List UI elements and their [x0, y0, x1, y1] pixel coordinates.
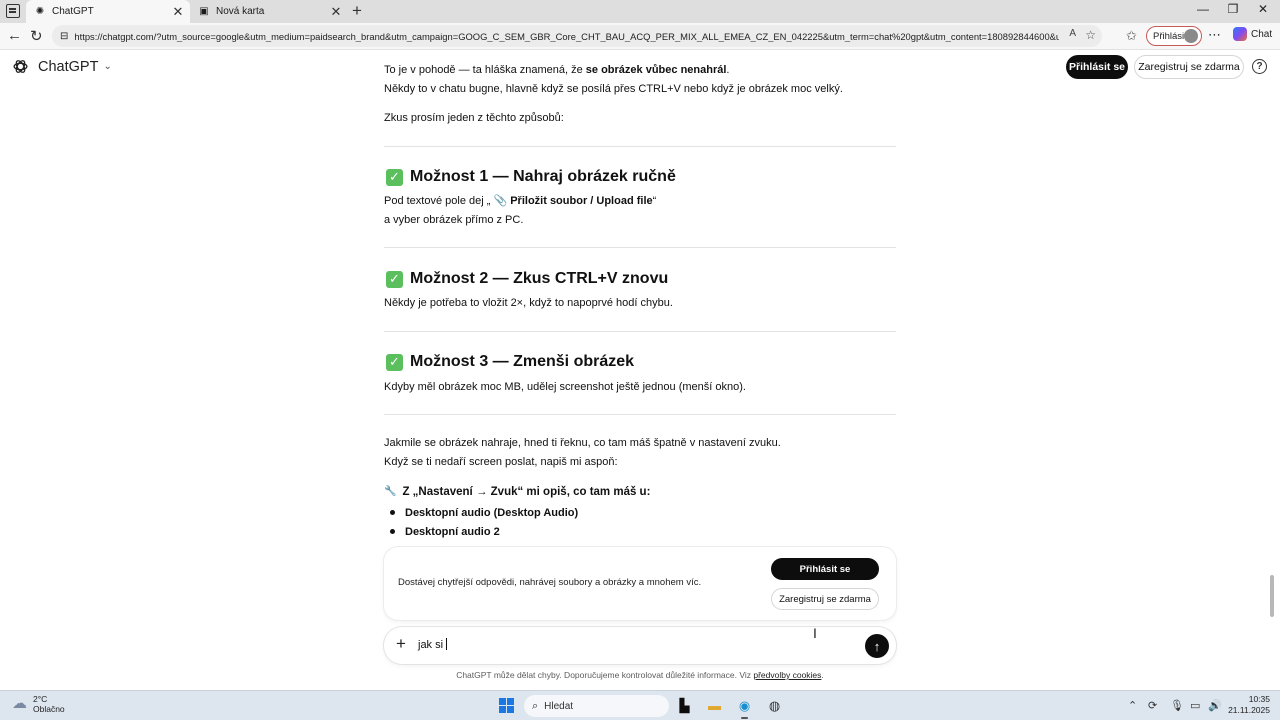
disclaimer: ChatGPT může dělat chyby. Doporučujeme k… [456, 670, 824, 680]
app-icon[interactable]: ◍ [766, 697, 783, 714]
clock-date: 21.11.2025 [1228, 705, 1270, 715]
register-button[interactable]: Zaregistruj se zdarma [1134, 55, 1244, 79]
url-text: https://chatgpt.com/?utm_source=google&u… [74, 30, 1060, 42]
intro-line-1: To je v pohodě — ta hláška znamená, že s… [384, 64, 730, 76]
intro-line-3: Zkus prosím jeden z těchto způsobů: [384, 112, 564, 124]
address-bar-row: ← ↻ ⊟ https://chatgpt.com/?utm_source=go… [0, 23, 1280, 50]
volume-icon[interactable]: 🔊 [1208, 699, 1222, 712]
outro-line-2: Když se ti nedaří screen poslat, napiš m… [384, 456, 618, 468]
model-switcher[interactable]: ChatGPT ⌄ [12, 58, 112, 75]
clock[interactable]: 10:35 21.11.2025 [1226, 694, 1270, 716]
option-2-heading: ✓ Možnost 2 — Zkus CTRL+V znovu [384, 270, 668, 288]
intro-line-2: Někdy to v chatu bugne, hlavně když se p… [384, 83, 843, 95]
favorites-icon[interactable]: ✩ [1126, 28, 1137, 44]
sub-heading: 🔧 Z „Nastavení → Zvuk“ mi opiš, co tam m… [384, 483, 650, 501]
promo-login-button[interactable]: Přihlásit se [771, 558, 879, 580]
more-options-icon[interactable]: ⋯ [1208, 27, 1221, 43]
copilot-button[interactable]: Chat [1233, 27, 1272, 41]
url-field[interactable]: ⊟ https://chatgpt.com/?utm_source=google… [52, 25, 1102, 47]
brand-name: ChatGPT [38, 58, 99, 75]
option-1-line-1: Pod textové pole dej „ 📎 Přiložit soubor… [384, 195, 657, 207]
weather-widget[interactable]: ☁ 2°C Oblačno [12, 694, 65, 714]
favorite-star-icon[interactable]: ☆ [1085, 28, 1096, 42]
taskbar-search[interactable]: ⌕ Hledat [524, 695, 669, 717]
close-tab-icon[interactable]: ✕ [328, 4, 344, 20]
divider [384, 146, 896, 147]
check-mark-icon: ✓ [386, 353, 403, 371]
tab-new[interactable]: ▣ Nová karta ✕ [190, 0, 348, 23]
cookie-preferences-link[interactable]: předvolby cookies [753, 670, 821, 680]
login-promo-card: Dostávej chytřejší odpovědi, nahrávej so… [384, 547, 896, 620]
divider [384, 247, 896, 248]
check-mark-icon: ✓ [386, 168, 403, 186]
workspaces-icon[interactable] [6, 4, 20, 18]
attach-plus-icon[interactable]: + [396, 634, 406, 654]
new-tab-button[interactable]: + [352, 1, 362, 21]
tab-title: Nová karta [216, 6, 265, 17]
read-aloud-icon[interactable]: A [1069, 28, 1076, 39]
chevron-down-icon: ⌄ [103, 61, 112, 72]
divider [384, 414, 896, 415]
chatgpt-favicon-icon: ✺ [35, 6, 45, 17]
bullet-list: Desktopní audio (Desktop Audio) Desktopn… [384, 503, 578, 541]
option-3-heading: ✓ Možnost 3 — Zmenši obrázek [384, 353, 634, 371]
profile-label: Přihlásit [1153, 30, 1187, 42]
minimize-icon[interactable]: — [1188, 2, 1218, 16]
wrench-icon: 🔧 [384, 486, 397, 497]
outro-line-1: Jakmile se obrázek nahraje, hned ti řekn… [384, 437, 781, 449]
openai-logo-icon [13, 60, 28, 73]
prompt-input[interactable]: jak si [418, 638, 447, 651]
search-placeholder: Hledat [544, 700, 574, 712]
send-button[interactable]: ↑ [865, 634, 889, 658]
file-explorer-icon[interactable]: ▬ [706, 697, 723, 714]
sync-icon[interactable]: ⟳ [1148, 699, 1157, 712]
message-composer[interactable]: + jak si ↑ [384, 627, 896, 664]
active-app-indicator [741, 717, 748, 719]
display-icon[interactable]: ▭ [1190, 699, 1200, 712]
close-window-icon[interactable]: ✕ [1248, 2, 1278, 16]
option-1-heading: ✓ Možnost 1 — Nahraj obrázek ručně [384, 168, 676, 186]
avatar [1184, 29, 1198, 43]
back-icon[interactable]: ← [7, 27, 22, 44]
copilot-icon [1233, 27, 1247, 41]
option-3-text: Kdyby měl obrázek moc MB, udělej screens… [384, 381, 746, 393]
profile-button[interactable]: Přihlásit [1146, 26, 1202, 46]
close-tab-icon[interactable]: ✕ [170, 4, 186, 20]
microphone-icon[interactable]: 🎙 [1170, 699, 1184, 712]
divider [384, 331, 896, 332]
option-1-line-2: a vyber obrázek přímo z PC. [384, 214, 524, 226]
weather-temp: 2°C [33, 694, 48, 704]
login-button[interactable]: Přihlásit se [1066, 55, 1128, 79]
weather-condition: Oblačno [33, 704, 65, 714]
text-cursor-icon: I [813, 625, 817, 641]
maximize-icon[interactable]: ❐ [1218, 2, 1248, 16]
task-view-icon[interactable]: ▙ [676, 697, 693, 714]
reload-icon[interactable]: ↻ [30, 27, 43, 45]
tab-title: ChatGPT [52, 6, 94, 17]
taskbar: ☁ 2°C Oblačno ⌕ Hledat ▙ ▬ ◉ ◍ ⌃ ⟳ 🎙 ▭ 🔊… [0, 690, 1280, 720]
new-tab-favicon-icon: ▣ [199, 6, 209, 17]
browser-tab-strip: ✺ ChatGPT ✕ ▣ Nová karta ✕ + — ❐ ✕ [0, 0, 1280, 23]
edge-browser-icon[interactable]: ◉ [736, 697, 753, 714]
clock-time: 10:35 [1248, 694, 1270, 704]
list-item: Desktopní audio 2 [384, 522, 578, 541]
scrollbar[interactable] [1270, 575, 1274, 617]
search-icon: ⌕ [532, 699, 539, 712]
check-mark-icon: ✓ [386, 270, 403, 288]
tab-chatgpt[interactable]: ✺ ChatGPT ✕ [26, 0, 190, 23]
site-info-icon[interactable]: ⊟ [60, 31, 68, 42]
tray-expand-icon[interactable]: ⌃ [1128, 699, 1137, 712]
copilot-label: Chat [1251, 28, 1273, 40]
cloud-icon: ☁ [12, 695, 27, 712]
start-icon[interactable] [499, 698, 514, 713]
help-icon[interactable]: ? [1252, 59, 1267, 74]
option-2-text: Někdy je potřeba to vložit 2×, když to n… [384, 297, 673, 309]
promo-register-button[interactable]: Zaregistruj se zdarma [771, 588, 879, 610]
list-item: Desktopní audio (Desktop Audio) [384, 503, 578, 522]
promo-text: Dostávej chytřejší odpovědi, nahrávej so… [398, 577, 702, 588]
